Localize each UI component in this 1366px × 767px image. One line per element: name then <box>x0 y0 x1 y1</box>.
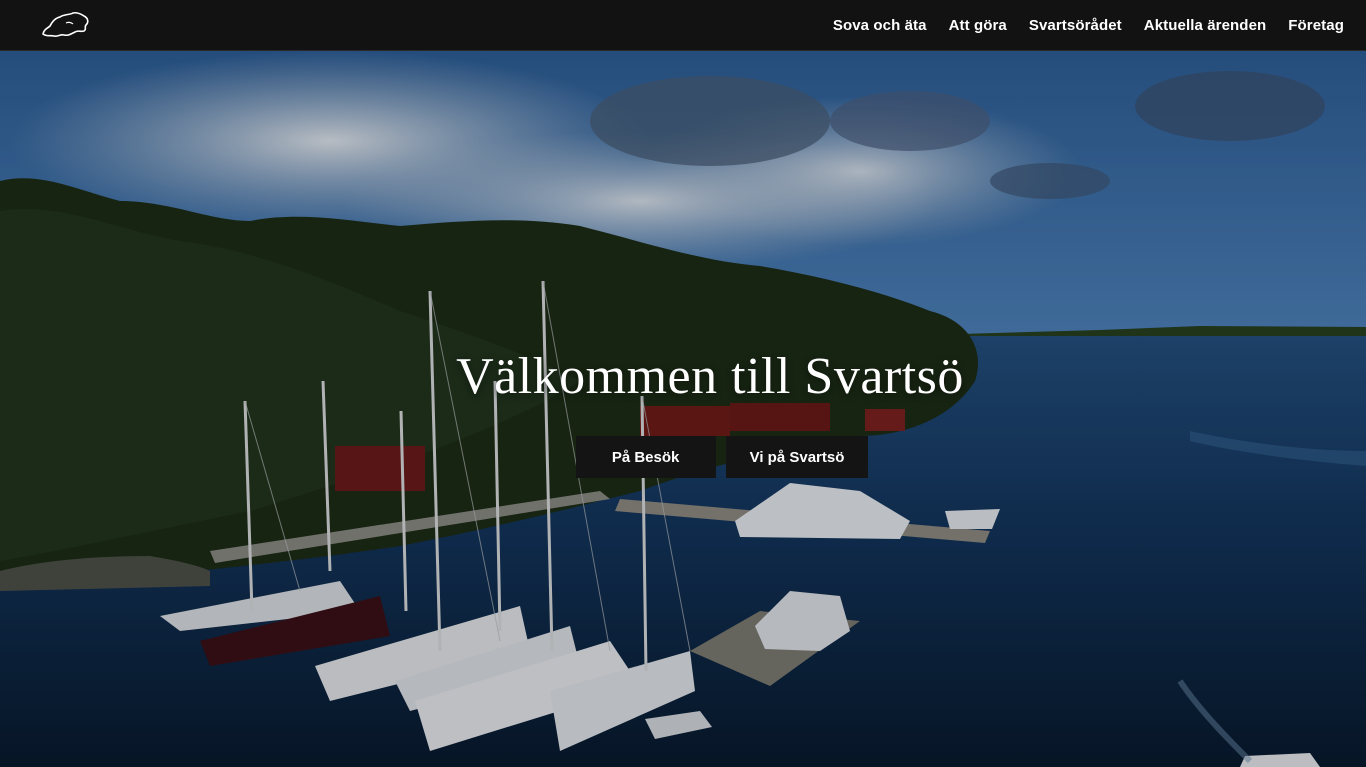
nav-sova-och-ata[interactable]: Sova och äta <box>833 17 927 34</box>
main-nav: Sova och äta Att göra Svartsörådet Aktue… <box>833 17 1344 34</box>
nav-foretag[interactable]: Företag <box>1288 17 1344 34</box>
hero-section: Välkommen till Svartsö På Besök Vi på Sv… <box>0 51 1366 767</box>
vi-pa-svartso-button[interactable]: Vi på Svartsö <box>725 436 869 478</box>
island-logo-icon <box>42 11 89 38</box>
site-header: Sova och äta Att göra Svartsörådet Aktue… <box>0 0 1366 51</box>
nav-att-gora[interactable]: Att göra <box>949 17 1007 34</box>
home-logo-link[interactable] <box>40 10 90 40</box>
hero-actions: På Besök Vi på Svartsö <box>0 436 1366 478</box>
pa-besok-button[interactable]: På Besök <box>575 436 716 478</box>
hero-dark-overlay <box>0 51 1366 767</box>
hero-title: Välkommen till Svartsö <box>456 348 964 405</box>
nav-svartsoradet[interactable]: Svartsörådet <box>1029 17 1122 34</box>
nav-aktuella-arenden[interactable]: Aktuella ärenden <box>1144 17 1266 34</box>
